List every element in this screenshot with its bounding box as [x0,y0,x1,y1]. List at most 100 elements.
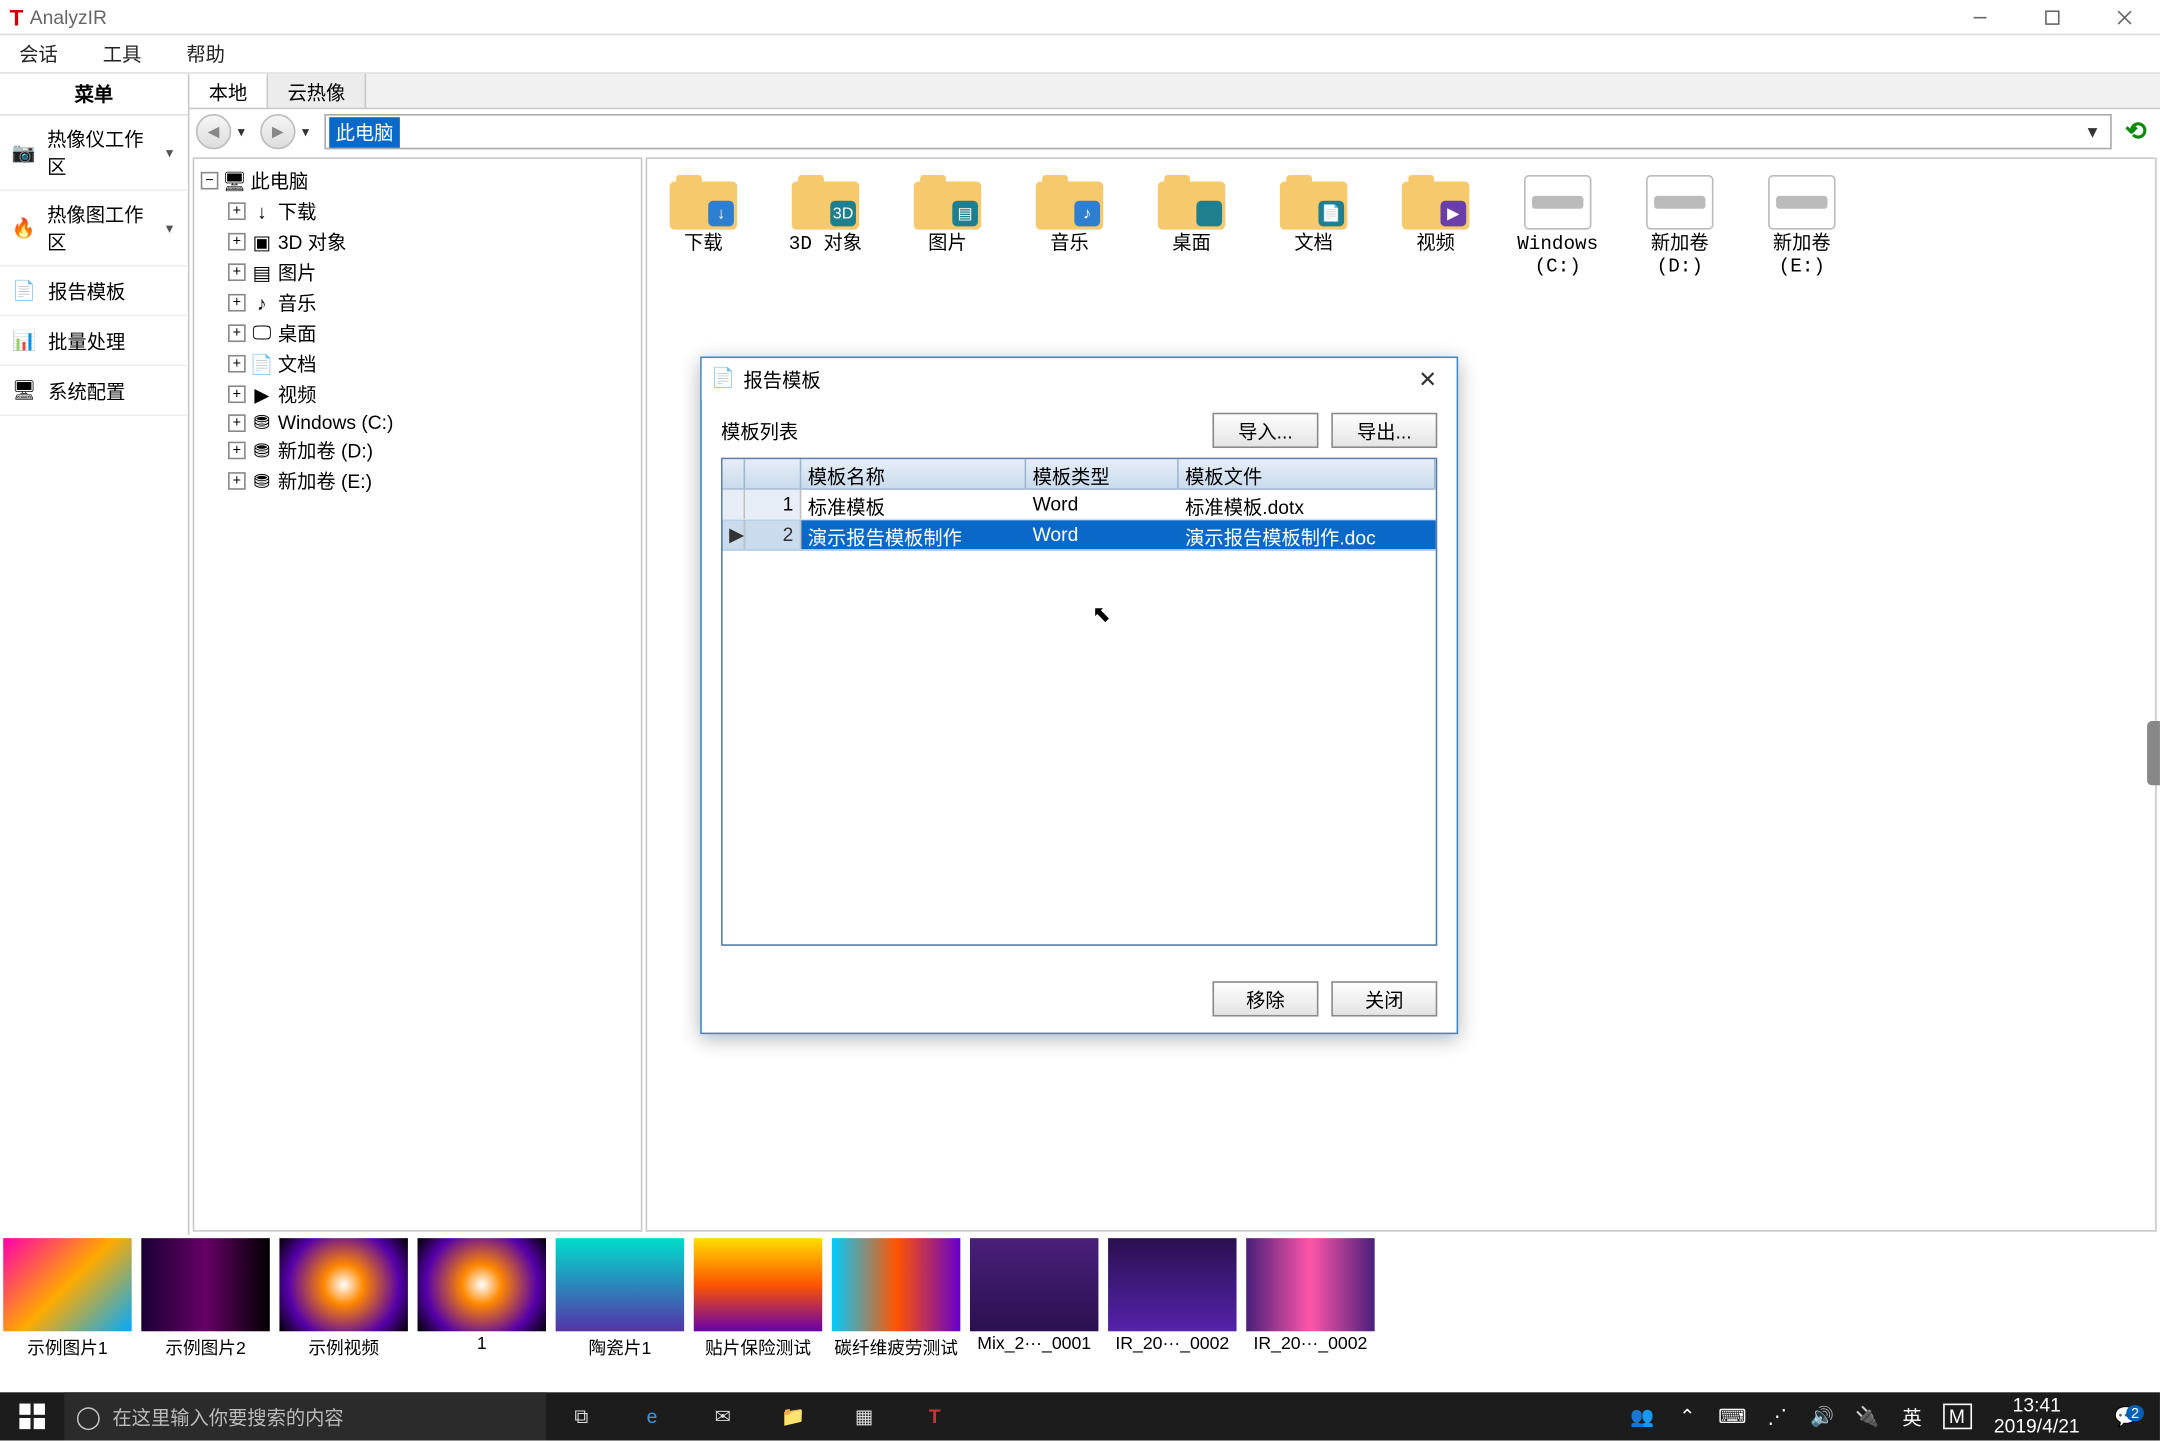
sidebar-item-system-config[interactable]: 🖥 系统配置 [0,366,188,416]
expand-icon[interactable]: + [228,385,246,403]
nav-back-button[interactable]: ◄ [196,114,231,149]
tree-node[interactable]: +▶视频 [201,379,635,410]
sidebar-item-camera-workspace[interactable]: 📷 热像仪工作区 ▾ [0,116,188,191]
thumbnail-item[interactable]: 示例图片1 [3,1238,131,1360]
import-button[interactable]: 导入... [1212,413,1318,448]
col-file[interactable]: 模板文件 [1179,459,1436,488]
folder-item[interactable]: ♪音乐 [1023,175,1116,279]
menu-tools[interactable]: 工具 [93,37,151,71]
dialog-titlebar[interactable]: 📄 报告模板 ✕ [702,358,1457,400]
tray-people-icon[interactable]: 👥 [1628,1405,1657,1427]
tree-root[interactable]: − 🖥 此电脑 [201,165,635,196]
close-button[interactable]: 关闭 [1331,981,1437,1016]
title-bar: T AnalyzIR [0,0,2160,35]
thumbnail-item[interactable]: IR_20···_0002 [1246,1238,1374,1360]
thumbnail-item[interactable]: 示例视频 [279,1238,407,1360]
thumbnail-item[interactable]: IR_20···_0002 [1108,1238,1236,1360]
sidebar-item-thermogram-workspace[interactable]: 🔥 热像图工作区 ▾ [0,191,188,266]
taskbar-edge[interactable]: e [617,1392,688,1440]
sidebar-item-batch-processing[interactable]: 📊 批量处理 [0,316,188,366]
tab-local[interactable]: 本地 [189,74,268,108]
tree-node[interactable]: +🖵桌面 [201,318,635,349]
expand-icon[interactable]: + [228,472,246,490]
taskbar-search[interactable]: ◯ 在这里输入你要搜索的内容 [64,1392,546,1440]
thumbnail-item[interactable]: 贴片保险测试 [694,1238,822,1360]
dropdown-icon: ▾ [166,219,182,237]
thumbnail-item[interactable]: 碳纤维疲劳测试 [832,1238,960,1360]
nav-back-history-icon[interactable]: ▾ [238,123,254,141]
expand-icon[interactable]: + [228,414,246,432]
tray-wifi-icon[interactable]: ⋰ [1763,1405,1792,1427]
tray-up-icon[interactable]: ⌃ [1673,1405,1702,1427]
expand-icon[interactable]: + [228,263,246,281]
folder-item[interactable]: ▶视频 [1389,175,1482,279]
start-button[interactable] [0,1392,64,1440]
tray-keyboard-icon[interactable]: ⌨ [1718,1405,1747,1427]
window-minimize-button[interactable] [1943,0,2015,35]
menu-session[interactable]: 会话 [10,37,68,71]
folder-item[interactable]: 新加卷 (D:) [1633,175,1726,279]
nav-forward-history-icon[interactable]: ▾ [302,123,318,141]
export-button[interactable]: 导出... [1331,413,1437,448]
col-type[interactable]: 模板类型 [1026,459,1179,488]
thumbnail-item[interactable]: Mix_2···_0001 [970,1238,1098,1360]
app-title: AnalyzIR [30,6,107,28]
thumbnail-image [1246,1238,1374,1331]
expand-icon[interactable]: + [228,233,246,251]
sidebar-item-label: 批量处理 [48,327,125,354]
address-dropdown-icon[interactable]: ▾ [2078,120,2107,142]
tree-node[interactable]: +⛃Windows (C:) [201,410,635,436]
address-bar[interactable]: 此电脑 ▾ [324,114,2111,149]
thumbnail-label: 1 [477,1331,487,1353]
taskbar-explorer[interactable]: 📁 [758,1392,829,1440]
window-maximize-button[interactable] [2015,0,2087,35]
refresh-button[interactable]: ⟲ [2118,114,2153,149]
collapse-icon[interactable]: − [201,172,219,190]
tree-node[interactable]: +♪音乐 [201,287,635,318]
menu-help[interactable]: 帮助 [177,37,235,71]
tree-node[interactable]: +📄文档 [201,348,635,379]
resize-handle[interactable] [2147,720,2160,784]
expand-icon[interactable]: + [228,355,246,373]
expand-icon[interactable]: + [228,324,246,342]
dialog-close-button[interactable]: ✕ [1408,363,1447,395]
tree-node[interactable]: +▤图片 [201,257,635,288]
sidebar-item-report-template[interactable]: 📄 报告模板 [0,267,188,317]
folder-item[interactable]: 桌面 [1145,175,1238,279]
folder-item[interactable]: 新加卷 (E:) [1755,175,1848,279]
folder-item[interactable]: 📄文档 [1267,175,1360,279]
folder-item[interactable]: 3D3D 对象 [779,175,872,279]
tab-cloud[interactable]: 云热像 [268,74,366,108]
folder-item[interactable]: ↓下载 [657,175,750,279]
tree-node[interactable]: +↓下载 [201,196,635,227]
expand-icon[interactable]: + [228,202,246,220]
tray-ime-mode[interactable]: M [1943,1404,1972,1430]
tree-node[interactable]: +▣3D 对象 [201,226,635,257]
tree-node[interactable]: +⛃新加卷 (D:) [201,435,635,466]
taskbar-mail[interactable]: ✉ [687,1392,758,1440]
window-close-button[interactable] [2088,0,2160,35]
tray-volume-icon[interactable]: 🔊 [1808,1405,1837,1427]
folder-item[interactable]: Windows (C:) [1511,175,1604,279]
tray-ime-lang[interactable]: 英 [1898,1403,1927,1430]
nav-forward-button[interactable]: ► [260,114,295,149]
tray-clock[interactable]: 13:41 2019/4/21 [1987,1395,2086,1437]
sidebar: 菜单 📷 热像仪工作区 ▾ 🔥 热像图工作区 ▾ 📄 报告模板 📊 批量处理 🖥 [0,74,189,1235]
task-view-button[interactable]: ⧉ [546,1392,617,1440]
tree-node[interactable]: +⛃新加卷 (E:) [201,466,635,497]
taskbar-analyzir[interactable]: T [899,1392,970,1440]
node-icon: ⛃ [249,470,275,492]
thumbnail-item[interactable]: 陶瓷片1 [556,1238,684,1360]
remove-button[interactable]: 移除 [1212,981,1318,1016]
folder-item[interactable]: ▤图片 [901,175,994,279]
grid-row[interactable]: 1 标准模板 Word 标准模板.dotx [723,490,1436,521]
taskbar-app1[interactable]: ▦ [829,1392,900,1440]
thumbnail-item[interactable]: 1 [418,1238,546,1360]
thumbnail-item[interactable]: 示例图片2 [141,1238,269,1360]
grid-row-selected[interactable]: ▶ 2 演示报告模板制作 Word 演示报告模板制作.doc [723,520,1436,551]
col-name[interactable]: 模板名称 [801,459,1026,488]
expand-icon[interactable]: + [228,442,246,460]
tray-power-icon[interactable]: 🔌 [1853,1405,1882,1427]
expand-icon[interactable]: + [228,294,246,312]
tray-notifications[interactable]: 💬 2 [2102,1405,2150,1427]
